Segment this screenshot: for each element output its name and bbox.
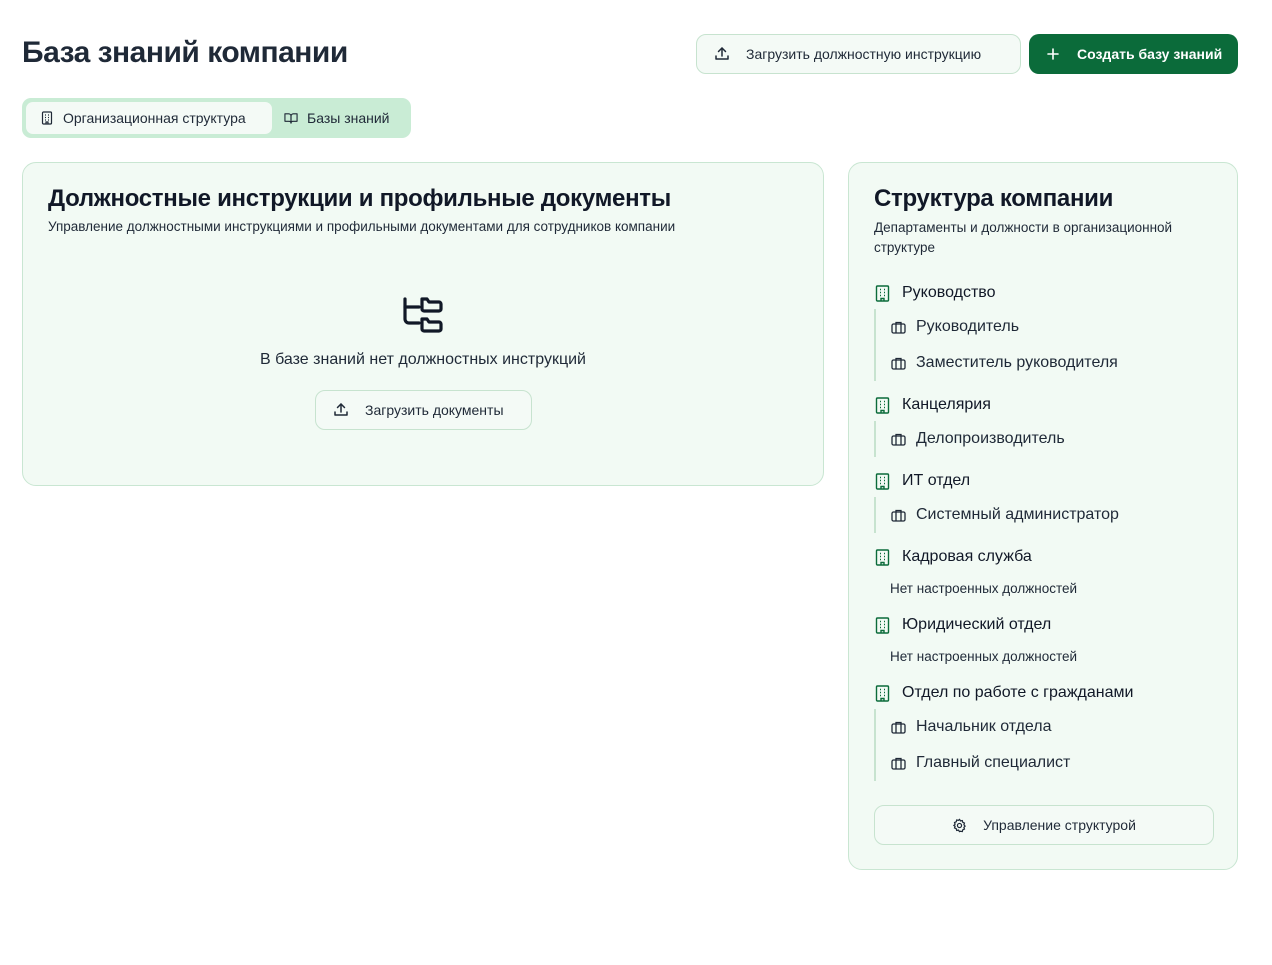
briefcase-icon: [891, 356, 906, 371]
department-name: Канцелярия: [902, 396, 991, 413]
create-knowledge-base-label: Создать базу знаний: [1077, 46, 1223, 62]
create-knowledge-base-button[interactable]: Создать базу знаний: [1029, 34, 1238, 74]
structure-tree[interactable]: Руководство Руководитель Заместитель рук…: [874, 281, 1219, 781]
manage-structure-button[interactable]: Управление структурой: [874, 805, 1214, 845]
upload-instruction-button[interactable]: Загрузить должностную инструкцию: [696, 34, 1021, 74]
position-list: Делопроизводитель: [874, 421, 1219, 457]
department-item[interactable]: Юридический отдел: [874, 613, 1219, 637]
building-icon: [874, 684, 891, 702]
view-tabs: Организационная структура Базы знаний: [22, 98, 411, 138]
structure-description: Департаменты и должности в организационн…: [874, 220, 1173, 255]
job-docs-description: Управление должностными инструкциями и п…: [48, 219, 676, 234]
department-item[interactable]: Канцелярия: [874, 393, 1219, 417]
briefcase-icon: [891, 720, 906, 735]
building-icon: [874, 616, 891, 634]
company-structure-card: Структура компании Департаменты и должно…: [848, 162, 1238, 870]
building-icon: [40, 111, 54, 125]
upload-documents-label: Загрузить документы: [365, 402, 504, 418]
position-name: Руководитель: [916, 318, 1020, 335]
position-item[interactable]: Делопроизводитель: [891, 421, 1219, 457]
position-item[interactable]: Заместитель руководителя: [891, 345, 1219, 381]
manage-structure-label: Управление структурой: [983, 817, 1136, 833]
position-item[interactable]: Руководитель: [891, 309, 1219, 345]
upload-instruction-label: Загрузить должностную инструкцию: [746, 46, 982, 62]
tab-org-structure[interactable]: Организационная структура: [26, 102, 272, 134]
building-icon: [874, 396, 891, 414]
empty-state-text: В базе знаний нет должностных инструкций: [260, 351, 586, 368]
department-name: Юридический отдел: [902, 616, 1052, 633]
plus-icon: [1045, 46, 1061, 62]
tab-knowledge-bases[interactable]: Базы знаний: [272, 102, 402, 134]
page-title: База знаний компании: [22, 36, 348, 69]
briefcase-icon: [891, 320, 906, 335]
position-item[interactable]: Главный специалист: [891, 745, 1219, 781]
department-name: Руководство: [902, 284, 996, 301]
upload-icon: [333, 402, 349, 418]
position-list: Начальник отдела Главный специалист С: [874, 709, 1219, 781]
position-list: Руководитель Заместитель руководителя: [874, 309, 1219, 381]
briefcase-icon: [891, 508, 906, 523]
job-docs-card: Должностные инструкции и профильные доку…: [22, 162, 824, 486]
folder-tree-icon: [401, 295, 447, 341]
briefcase-icon: [891, 432, 906, 447]
upload-icon: [714, 46, 730, 62]
briefcase-icon: [891, 756, 906, 771]
position-list: Системный администратор: [874, 497, 1219, 533]
no-positions-text: Нет настроенных должностей: [890, 648, 1078, 664]
department-item[interactable]: Отдел по работе с гражданами: [874, 681, 1219, 705]
job-docs-title: Должностные инструкции и профильные доку…: [48, 185, 671, 212]
structure-title: Структура компании: [874, 185, 1114, 212]
position-item[interactable]: Системный администратор: [891, 497, 1219, 533]
building-icon: [874, 548, 891, 566]
building-icon: [874, 284, 891, 302]
department-item[interactable]: Кадровая служба: [874, 545, 1219, 569]
department-name: Отдел по работе с гражданами: [902, 684, 1134, 701]
department-name: Кадровая служба: [902, 548, 1032, 565]
position-item[interactable]: Начальник отдела: [891, 709, 1219, 745]
tab-org-structure-label: Организационная структура: [63, 110, 246, 126]
position-name: Заместитель руководителя: [916, 354, 1118, 371]
department-item[interactable]: ИТ отдел: [874, 469, 1219, 493]
building-icon: [874, 472, 891, 490]
upload-documents-button[interactable]: Загрузить документы: [315, 390, 532, 430]
position-name: Главный специалист: [916, 754, 1071, 771]
book-open-icon: [284, 111, 298, 125]
no-positions-text: Нет настроенных должностей: [890, 580, 1078, 596]
department-item[interactable]: Руководство: [874, 281, 1219, 305]
gear-icon: [952, 817, 967, 833]
position-name: Делопроизводитель: [916, 430, 1065, 447]
position-name: Системный администратор: [916, 506, 1119, 523]
department-name: ИТ отдел: [902, 472, 971, 489]
position-name: Начальник отдела: [916, 718, 1052, 735]
tab-knowledge-bases-label: Базы знаний: [307, 110, 390, 126]
